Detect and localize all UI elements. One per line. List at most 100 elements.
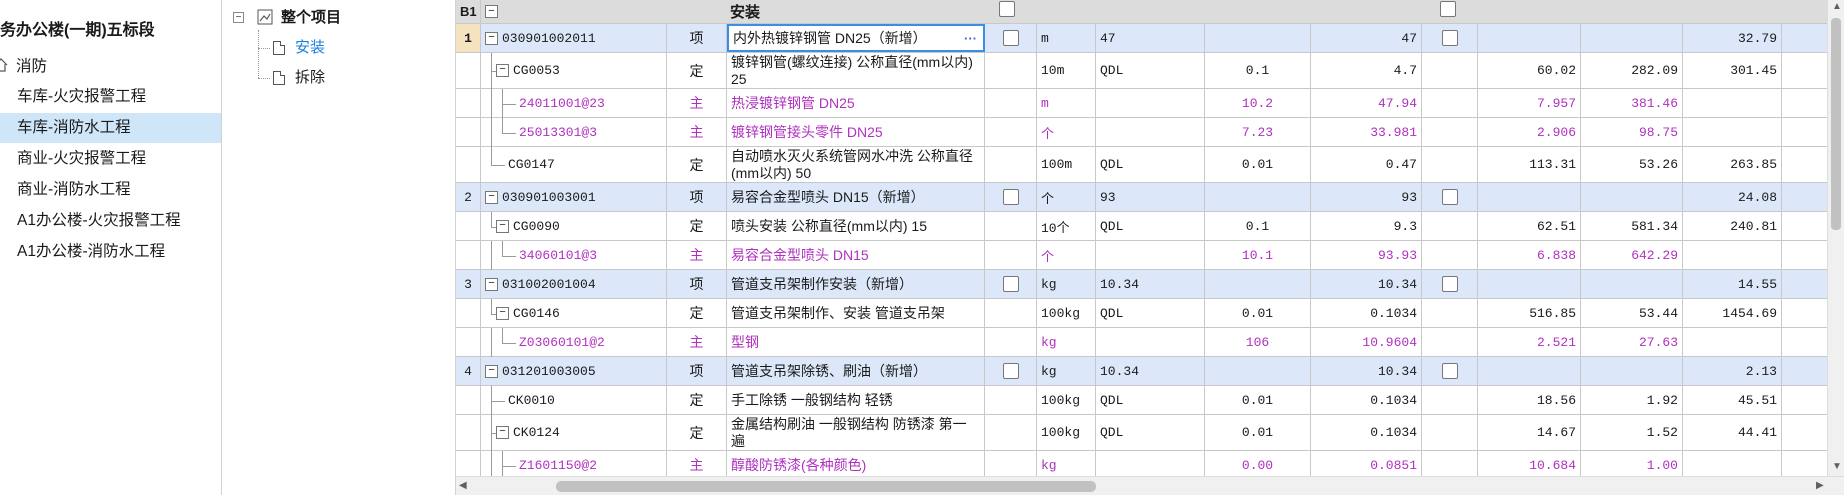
- quota-row[interactable]: CG0147 定自动喷水灭火系统管网水冲洗 公称直径(mm以内) 50 100m QD…: [456, 147, 1827, 183]
- tree-item[interactable]: 车库-消防水工程: [0, 113, 221, 143]
- row-qty-expr[interactable]: [1096, 89, 1205, 117]
- row-checkbox[interactable]: [1002, 276, 1019, 292]
- row-qty-expr[interactable]: 10.34: [1096, 357, 1205, 385]
- tree-item[interactable]: A1办公楼-火灾报警工程: [0, 206, 221, 236]
- row-qty-expr[interactable]: QDL: [1096, 415, 1205, 450]
- row-coefficient[interactable]: [1205, 183, 1311, 211]
- row-name[interactable]: 管道支吊架制作、安装 管道支吊架: [727, 299, 985, 327]
- collapse-icon[interactable]: −: [496, 220, 509, 233]
- collapse-icon[interactable]: −: [485, 365, 498, 378]
- row-name[interactable]: 金属结构刷油 一般钢结构 防锈漆 第一遍: [727, 415, 985, 450]
- row-qty-expr[interactable]: QDL: [1096, 53, 1205, 88]
- quota-row[interactable]: CK0010 定手工除锈 一般钢结构 轻锈 100kg QDL 0.01 0.1034 18…: [456, 386, 1827, 415]
- row-name[interactable]: 自动喷水灭火系统管网水冲洗 公称直径(mm以内) 50: [727, 147, 985, 182]
- collapse-icon[interactable]: −: [485, 191, 498, 204]
- row-checkbox[interactable]: [1441, 363, 1458, 379]
- row-name[interactable]: 镀锌钢管(螺纹连接) 公称直径(mm以内) 25: [727, 53, 985, 88]
- row-coefficient[interactable]: 10.2: [1205, 89, 1311, 117]
- row-qty-expr[interactable]: [1096, 241, 1205, 269]
- horizontal-scrollbar[interactable]: ◀ ▶: [456, 476, 1844, 495]
- row-name[interactable]: 喷头安装 公称直径(mm以内) 15: [727, 212, 985, 240]
- row-checkbox[interactable]: [1441, 30, 1458, 46]
- row-coefficient[interactable]: 0.1: [1205, 212, 1311, 240]
- row-code-cell[interactable]: −030901002011: [481, 24, 667, 52]
- row-coefficient[interactable]: 0.1: [1205, 53, 1311, 88]
- material-row[interactable]: 24011001@23 主热浸镀锌钢管 DN25 m 10.2 47.94 7.957 38…: [456, 89, 1827, 118]
- row-code-cell[interactable]: Z03060101@2: [481, 328, 667, 357]
- row-coefficient[interactable]: [1205, 24, 1311, 52]
- row-name[interactable]: 内外热镀锌钢管 DN25（新增） ···: [727, 24, 985, 52]
- collapse-all-icon[interactable]: −: [485, 5, 498, 18]
- collapse-icon[interactable]: −: [485, 32, 498, 45]
- row-code-cell[interactable]: 24011001@23: [481, 89, 667, 118]
- tree-node-section[interactable]: 拆除: [273, 66, 443, 90]
- row-name[interactable]: 手工除锈 一般钢结构 轻锈: [727, 386, 985, 414]
- header-checkbox-1[interactable]: [999, 1, 1015, 17]
- material-row[interactable]: 34060101@3 主易容合金型喷头 DN15 个 10.1 93.93 6.838 64…: [456, 241, 1827, 270]
- collapse-icon[interactable]: −: [496, 64, 509, 77]
- row-name[interactable]: 易容合金型喷头 DN15（新增）: [727, 183, 985, 211]
- collapse-icon[interactable]: −: [233, 12, 244, 23]
- vertical-scrollbar[interactable]: ▲ ▼: [1827, 0, 1844, 476]
- row-qty-expr[interactable]: [1096, 451, 1205, 476]
- row-code-cell[interactable]: − CG0146: [481, 299, 667, 327]
- row-qty-expr[interactable]: [1096, 328, 1205, 356]
- row-coefficient[interactable]: 0.00: [1205, 451, 1311, 476]
- tree-item[interactable]: A1办公楼-消防水工程: [0, 237, 221, 267]
- row-name[interactable]: 型钢: [727, 328, 985, 356]
- bill-item-row[interactable]: 1−030901002011 项内外热镀锌钢管 DN25（新增） ··· m 47 47 3…: [456, 24, 1827, 53]
- scroll-right-icon[interactable]: ▶: [1816, 481, 1824, 491]
- row-code-cell[interactable]: −030901003001: [481, 183, 667, 211]
- header-checkbox-2[interactable]: [1440, 1, 1456, 17]
- material-row[interactable]: 25013301@3 主镀锌钢管接头零件 DN25 个 7.23 33.981 2.906…: [456, 118, 1827, 147]
- row-checkbox[interactable]: [1441, 189, 1458, 205]
- row-checkbox[interactable]: [1002, 189, 1019, 205]
- bill-item-row[interactable]: 4−031201003005 项管道支吊架除锈、刷油（新增） kg 10.34 10.3…: [456, 357, 1827, 386]
- row-code-cell[interactable]: − CG0090: [481, 212, 667, 240]
- row-checkbox[interactable]: [1002, 30, 1019, 46]
- row-qty-expr[interactable]: QDL: [1096, 386, 1205, 414]
- quota-row[interactable]: − CG0146 定管道支吊架制作、安装 管道支吊架 100kg QDL 0.01 0.10…: [456, 299, 1827, 328]
- more-options-icon[interactable]: ···: [964, 30, 977, 47]
- row-code-cell[interactable]: − CG0053: [481, 53, 667, 89]
- horizontal-scroll-thumb[interactable]: [556, 481, 1096, 492]
- row-qty-expr[interactable]: 93: [1096, 183, 1205, 211]
- quota-row[interactable]: − CG0053 定镀锌钢管(螺纹连接) 公称直径(mm以内) 25 10m QDL 0.…: [456, 53, 1827, 89]
- tree-node-whole-project[interactable]: − 整个项目: [233, 6, 453, 30]
- row-coefficient[interactable]: [1205, 270, 1311, 298]
- collapse-icon[interactable]: −: [496, 307, 509, 320]
- collapse-icon[interactable]: −: [496, 426, 509, 439]
- tree-item[interactable]: 商业-消防水工程: [0, 175, 221, 205]
- tree-item[interactable]: 车库-火灾报警工程: [0, 82, 221, 112]
- row-checkbox[interactable]: [1002, 363, 1019, 379]
- tree-root-fire[interactable]: 消防: [0, 52, 221, 82]
- row-code-cell[interactable]: 34060101@3: [481, 241, 667, 270]
- row-code-cell[interactable]: CG0147: [481, 147, 667, 182]
- quota-row[interactable]: − CK0124 定金属结构刷油 一般钢结构 防锈漆 第一遍 100kg QDL 0.01…: [456, 415, 1827, 451]
- row-code-cell[interactable]: −031201003005: [481, 357, 667, 385]
- row-code-cell[interactable]: Z1601150@2: [481, 451, 667, 476]
- quota-row[interactable]: − CG0090 定喷头安装 公称直径(mm以内) 15 10个 QDL 0.1 9.3 62…: [456, 212, 1827, 241]
- row-qty-expr[interactable]: [1096, 118, 1205, 146]
- row-coefficient[interactable]: [1205, 357, 1311, 385]
- row-coefficient[interactable]: 7.23: [1205, 118, 1311, 146]
- row-qty-expr[interactable]: 47: [1096, 24, 1205, 52]
- row-coefficient[interactable]: 10.1: [1205, 241, 1311, 269]
- row-code-cell[interactable]: −031002001004: [481, 270, 667, 298]
- row-coefficient[interactable]: 0.01: [1205, 299, 1311, 327]
- material-row[interactable]: Z1601150@2 主醇酸防锈漆(各种颜色) kg 0.00 0.0851 10.684…: [456, 451, 1827, 476]
- row-name[interactable]: 管道支吊架制作安装（新增）: [727, 270, 985, 298]
- row-code-cell[interactable]: − CK0124: [481, 415, 667, 451]
- row-name[interactable]: 热浸镀锌钢管 DN25: [727, 89, 985, 117]
- row-name[interactable]: 易容合金型喷头 DN15: [727, 241, 985, 269]
- scroll-left-icon[interactable]: ◀: [459, 481, 467, 491]
- row-code-cell[interactable]: CK0010: [481, 386, 667, 415]
- bill-item-row[interactable]: 2−030901003001 项易容合金型喷头 DN15（新增）个 93 93 24.0…: [456, 183, 1827, 212]
- collapse-icon[interactable]: −: [485, 278, 498, 291]
- material-row[interactable]: Z03060101@2 主型钢 kg 106 10.9604 2.521 27.63: [456, 328, 1827, 357]
- row-name[interactable]: 镀锌钢管接头零件 DN25: [727, 118, 985, 146]
- scroll-down-icon[interactable]: ▼: [1832, 462, 1842, 472]
- row-coefficient[interactable]: 0.01: [1205, 386, 1311, 414]
- row-coefficient[interactable]: 106: [1205, 328, 1311, 356]
- bill-item-row[interactable]: 3−031002001004 项管道支吊架制作安装（新增） kg 10.34 10.34…: [456, 270, 1827, 299]
